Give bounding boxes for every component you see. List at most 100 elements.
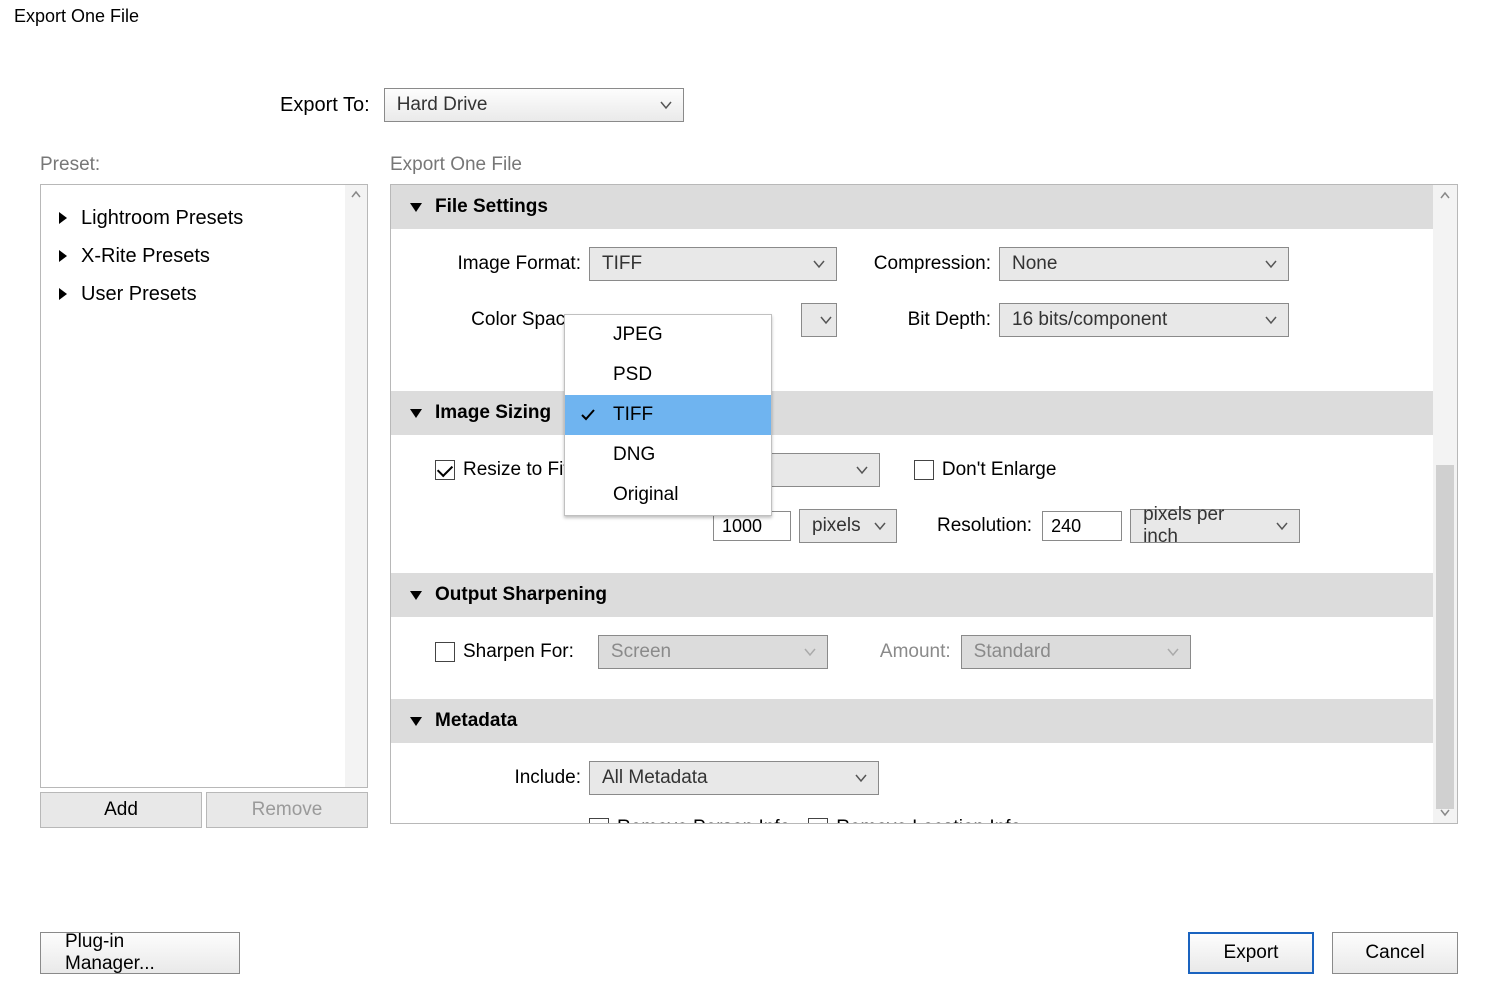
amount-label: Amount: <box>880 641 951 663</box>
remove-location-label: Remove Location Info <box>836 817 1021 823</box>
preset-item-label: X-Rite Presets <box>81 245 210 268</box>
size-unit-select[interactable]: pixels <box>799 509 897 543</box>
sharpen-for-select: Screen <box>598 635 828 669</box>
checkbox-icon <box>914 460 934 480</box>
dd-label: PSD <box>613 364 652 386</box>
triangle-down-icon <box>409 589 423 601</box>
preset-item[interactable]: User Presets <box>57 275 363 313</box>
bit-depth-label: Bit Depth: <box>837 309 991 331</box>
compression-label: Compression: <box>837 253 991 275</box>
chevron-down-icon <box>1264 313 1278 327</box>
triangle-right-icon <box>57 249 69 263</box>
bit-depth-value: 16 bits/component <box>1012 309 1167 331</box>
resize-to-fit-checkbox[interactable]: Resize to Fit: <box>435 459 574 481</box>
dialog-content: Export To: Hard Drive Preset: Lightroom … <box>0 42 1498 828</box>
dropdown-item[interactable]: PSD <box>565 355 771 395</box>
dont-enlarge-checkbox[interactable]: Don't Enlarge <box>914 459 1057 481</box>
remove-person-checkbox[interactable]: Remove Person Info <box>589 817 790 823</box>
section-header-file-settings[interactable]: File Settings <box>391 185 1433 229</box>
scroll-up-icon[interactable] <box>1433 185 1457 207</box>
main-label: Export One File <box>390 154 1458 176</box>
add-preset-button[interactable]: Add <box>40 792 202 828</box>
color-space-label: Color Space: <box>431 309 581 331</box>
triangle-right-icon <box>57 211 69 225</box>
size-unit-value: pixels <box>812 515 861 537</box>
remove-location-checkbox[interactable]: Remove Location Info <box>808 817 1021 823</box>
dont-enlarge-label: Don't Enlarge <box>942 459 1057 481</box>
amount-select: Standard <box>961 635 1191 669</box>
chevron-down-icon <box>812 257 826 271</box>
section-header-metadata[interactable]: Metadata <box>391 699 1433 743</box>
resolution-unit-select[interactable]: pixels per inch <box>1130 509 1300 543</box>
preset-label: Preset: <box>40 154 368 176</box>
output-sharpening-body: Sharpen For: Screen Amount: Standard <box>391 617 1433 699</box>
chevron-down-icon <box>1264 257 1278 271</box>
resize-label: Resize to Fit: <box>463 459 574 481</box>
sharpen-value: Screen <box>611 641 671 663</box>
compression-select[interactable]: None <box>999 247 1289 281</box>
remove-person-label: Remove Person Info <box>617 817 790 823</box>
chevron-down-icon <box>1275 519 1289 533</box>
export-button[interactable]: Export <box>1188 932 1314 974</box>
chevron-down-icon <box>659 98 673 112</box>
chevron-down-icon <box>873 519 887 533</box>
section-title: Output Sharpening <box>435 584 607 606</box>
triangle-right-icon <box>57 287 69 301</box>
triangle-down-icon <box>409 201 423 213</box>
section-title: File Settings <box>435 196 548 218</box>
dialog-footer: Plug-in Manager... Export Cancel <box>0 908 1498 998</box>
preset-item-label: Lightroom Presets <box>81 207 243 230</box>
section-header-image-sizing[interactable]: Image Sizing <box>391 391 1433 435</box>
image-format-label: Image Format: <box>431 253 581 275</box>
preset-column: Preset: Lightroom Presets X-Rite Presets <box>40 154 368 828</box>
export-to-select[interactable]: Hard Drive <box>384 88 684 122</box>
section-title: Image Sizing <box>435 402 551 424</box>
window-title: Export One File <box>14 6 139 27</box>
dd-label: JPEG <box>613 324 663 346</box>
chevron-down-icon <box>803 645 817 659</box>
check-icon <box>579 406 597 424</box>
dropdown-item[interactable]: DNG <box>565 435 771 475</box>
title-bar: Export One File <box>0 0 1498 42</box>
plugin-manager-button[interactable]: Plug-in Manager... <box>40 932 240 974</box>
amount-value: Standard <box>974 641 1051 663</box>
include-select[interactable]: All Metadata <box>589 761 879 795</box>
resolution-input[interactable] <box>1042 511 1122 541</box>
section-header-output-sharpening[interactable]: Output Sharpening <box>391 573 1433 617</box>
scroll-down-icon[interactable] <box>1433 801 1457 823</box>
settings-scrollbar[interactable] <box>1433 185 1457 823</box>
preset-scrollbar[interactable] <box>345 185 367 787</box>
close-icon[interactable] <box>1460 6 1480 28</box>
file-settings-body: Image Format: TIFF Compression: None <box>391 229 1433 391</box>
sharpen-label: Sharpen For: <box>463 641 574 663</box>
resolution-label: Resolution: <box>937 515 1032 537</box>
bit-depth-select[interactable]: 16 bits/component <box>999 303 1289 337</box>
scroll-thumb[interactable] <box>1436 465 1454 809</box>
include-value: All Metadata <box>602 767 708 789</box>
export-to-label: Export To: <box>280 94 370 117</box>
section-title: Metadata <box>435 710 517 732</box>
image-sizing-body: Resize to Fit: Long Edge Don't Enlarge <box>391 435 1433 573</box>
dropdown-item[interactable]: Original <box>565 475 771 515</box>
image-format-value: TIFF <box>602 253 642 275</box>
preset-item[interactable]: Lightroom Presets <box>57 199 363 237</box>
preset-item-label: User Presets <box>81 283 197 306</box>
chevron-down-icon <box>819 313 833 327</box>
image-format-select[interactable]: TIFF <box>589 247 837 281</box>
chevron-down-icon <box>855 463 869 477</box>
triangle-down-icon <box>409 407 423 419</box>
chevron-down-icon <box>1166 645 1180 659</box>
dropdown-item[interactable]: JPEG <box>565 315 771 355</box>
dd-label: TIFF <box>613 404 653 426</box>
cancel-button[interactable]: Cancel <box>1332 932 1458 974</box>
dropdown-item-selected[interactable]: TIFF <box>565 395 771 435</box>
sharpen-for-checkbox[interactable]: Sharpen For: <box>435 641 574 663</box>
image-format-dropdown[interactable]: JPEG PSD TIFF DNG Original <box>564 314 772 516</box>
color-space-select-chevron[interactable] <box>801 303 837 337</box>
settings-box: File Settings Image Format: TIFF Compres… <box>390 184 1458 824</box>
preset-item[interactable]: X-Rite Presets <box>57 237 363 275</box>
preset-list-box: Lightroom Presets X-Rite Presets User Pr… <box>40 184 368 788</box>
dd-label: Original <box>613 484 678 506</box>
checkbox-icon <box>808 818 828 823</box>
export-to-value: Hard Drive <box>397 94 488 116</box>
